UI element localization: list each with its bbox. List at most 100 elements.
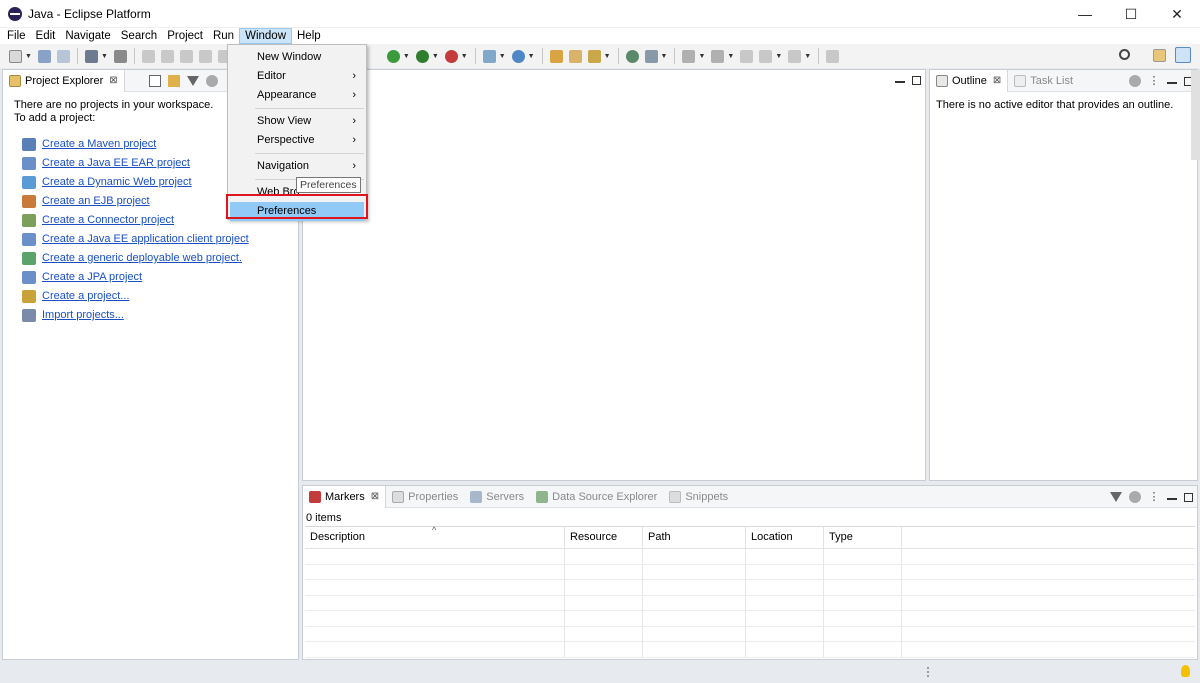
collapse-all-icon[interactable] <box>149 75 161 87</box>
editor-area[interactable] <box>302 69 926 481</box>
column-type[interactable]: Type <box>824 527 902 549</box>
menu-help[interactable]: Help <box>292 28 326 44</box>
suspend-icon[interactable] <box>160 49 174 63</box>
maximize-icon[interactable] <box>912 75 921 85</box>
terminate-icon[interactable] <box>179 49 193 63</box>
filter-icon[interactable] <box>187 76 199 86</box>
menu-window[interactable]: Window <box>239 28 292 44</box>
search-toolbar-icon[interactable] <box>587 49 601 63</box>
menu-item-appearance[interactable]: Appearance › <box>228 86 366 105</box>
new-java-class-icon[interactable] <box>511 49 525 63</box>
dropdown-arrow-icon[interactable]: ▼ <box>727 53 734 60</box>
dropdown-arrow-icon[interactable]: ▼ <box>604 53 611 60</box>
link-text[interactable]: Create a project... <box>42 290 129 303</box>
menu-file[interactable]: File <box>2 28 31 44</box>
pin-editor-icon[interactable] <box>826 49 840 63</box>
save-icon[interactable] <box>37 49 51 63</box>
dropdown-arrow-icon[interactable]: ▼ <box>403 53 410 60</box>
tab-snippets[interactable]: Snippets <box>663 486 734 508</box>
search-icon[interactable] <box>1119 49 1130 60</box>
link-text[interactable]: Create a Maven project <box>42 138 156 151</box>
tab-project-explorer[interactable]: Project Explorer ⊠ <box>3 69 125 92</box>
dropdown-arrow-icon[interactable]: ▼ <box>804 53 811 60</box>
annotation-icon[interactable] <box>644 49 658 63</box>
view-menu-icon[interactable] <box>1129 75 1141 87</box>
menu-search[interactable]: Search <box>116 28 162 44</box>
menu-item-perspective[interactable]: Perspective › <box>228 131 366 150</box>
create-generic-web-project-link[interactable]: Create a generic deployable web project. <box>14 249 298 268</box>
link-with-editor-icon[interactable] <box>168 75 180 87</box>
column-resource[interactable]: Resource <box>565 527 643 549</box>
skip-breakpoints-icon[interactable] <box>113 49 127 63</box>
create-app-client-project-link[interactable]: Create a Java EE application client proj… <box>14 230 298 249</box>
link-text[interactable]: Create an EJB project <box>42 195 150 208</box>
disconnect-icon[interactable] <box>198 49 212 63</box>
open-type-icon[interactable] <box>549 49 563 63</box>
run-icon[interactable] <box>386 49 400 63</box>
menu-item-navigation[interactable]: Navigation › <box>228 157 366 176</box>
minimize-button[interactable]: — <box>1062 0 1108 28</box>
external-tools-icon[interactable] <box>444 49 458 63</box>
view-menu-icon[interactable] <box>206 75 218 87</box>
open-perspective-icon[interactable] <box>1153 49 1166 62</box>
resume-icon[interactable] <box>141 49 155 63</box>
create-jpa-project-link[interactable]: Create a JPA project <box>14 268 298 287</box>
dropdown-arrow-icon[interactable]: ▼ <box>461 53 468 60</box>
scrollbar[interactable] <box>1191 70 1200 160</box>
status-grip-icon[interactable] <box>927 667 929 677</box>
dropdown-arrow-icon[interactable]: ▼ <box>528 53 535 60</box>
maximize-button[interactable]: ☐ <box>1108 0 1154 28</box>
more-options-icon[interactable]: ⋮ <box>1148 75 1160 87</box>
more-options-icon[interactable]: ⋮ <box>1148 491 1160 503</box>
lightbulb-icon[interactable] <box>1181 665 1190 677</box>
link-text[interactable]: Create a Java EE application client proj… <box>42 233 249 246</box>
dropdown-arrow-icon[interactable]: ▼ <box>432 53 439 60</box>
menu-run[interactable]: Run <box>208 28 239 44</box>
import-projects-link[interactable]: Import projects... <box>14 306 298 325</box>
dropdown-arrow-icon[interactable]: ▼ <box>661 53 668 60</box>
link-text[interactable]: Create a Dynamic Web project <box>42 176 192 189</box>
web-browser-icon[interactable] <box>625 49 639 63</box>
column-description[interactable]: ^ Description <box>305 525 565 549</box>
run-last-icon[interactable] <box>415 49 429 63</box>
tab-task-list[interactable]: Task List <box>1008 70 1079 92</box>
create-project-link[interactable]: Create a project... <box>14 287 298 306</box>
forward-icon[interactable] <box>788 49 802 63</box>
close-icon[interactable]: ⊠ <box>371 491 379 502</box>
link-text[interactable]: Create a JPA project <box>42 271 142 284</box>
dropdown-arrow-icon[interactable]: ▼ <box>775 53 782 60</box>
minimize-icon[interactable] <box>1167 498 1177 500</box>
tab-data-source-explorer[interactable]: Data Source Explorer <box>530 486 663 508</box>
next-annotation-icon[interactable] <box>682 49 696 63</box>
tab-markers[interactable]: Markers ⊠ <box>303 485 387 508</box>
menu-project[interactable]: Project <box>162 28 208 44</box>
previous-annotation-icon[interactable] <box>711 49 725 63</box>
link-text[interactable]: Import projects... <box>42 309 124 322</box>
tab-outline[interactable]: Outline ⊠ <box>930 69 1009 92</box>
console-icon[interactable] <box>84 49 98 63</box>
minimize-icon[interactable] <box>1167 82 1177 84</box>
save-all-icon[interactable] <box>56 49 70 63</box>
link-text[interactable]: Create a generic deployable web project. <box>42 252 242 265</box>
close-icon[interactable]: ⊠ <box>109 75 117 86</box>
menu-item-editor[interactable]: Editor › <box>228 67 366 86</box>
dropdown-arrow-icon[interactable]: ▼ <box>101 53 108 60</box>
menu-item-show-view[interactable]: Show View › <box>228 112 366 131</box>
java-ee-perspective-icon[interactable] <box>1175 47 1191 63</box>
open-task-icon[interactable] <box>568 49 582 63</box>
tab-properties[interactable]: Properties <box>386 486 464 508</box>
new-server-icon[interactable] <box>482 49 496 63</box>
column-location[interactable]: Location <box>746 527 824 549</box>
close-window-button[interactable]: ✕ <box>1154 0 1200 28</box>
maximize-icon[interactable] <box>1184 492 1193 502</box>
view-menu-icon[interactable] <box>1129 491 1141 503</box>
dropdown-arrow-icon[interactable]: ▼ <box>698 53 705 60</box>
tab-servers[interactable]: Servers <box>464 486 530 508</box>
new-icon[interactable] <box>9 49 22 63</box>
link-text[interactable]: Create a Connector project <box>42 214 174 227</box>
filter-icon[interactable] <box>1110 492 1122 502</box>
link-text[interactable]: Create a Java EE EAR project <box>42 157 190 170</box>
dropdown-arrow-icon[interactable]: ▼ <box>499 53 506 60</box>
menu-item-new-window[interactable]: New Window <box>228 48 366 67</box>
dropdown-arrow-icon[interactable]: ▼ <box>25 53 32 60</box>
